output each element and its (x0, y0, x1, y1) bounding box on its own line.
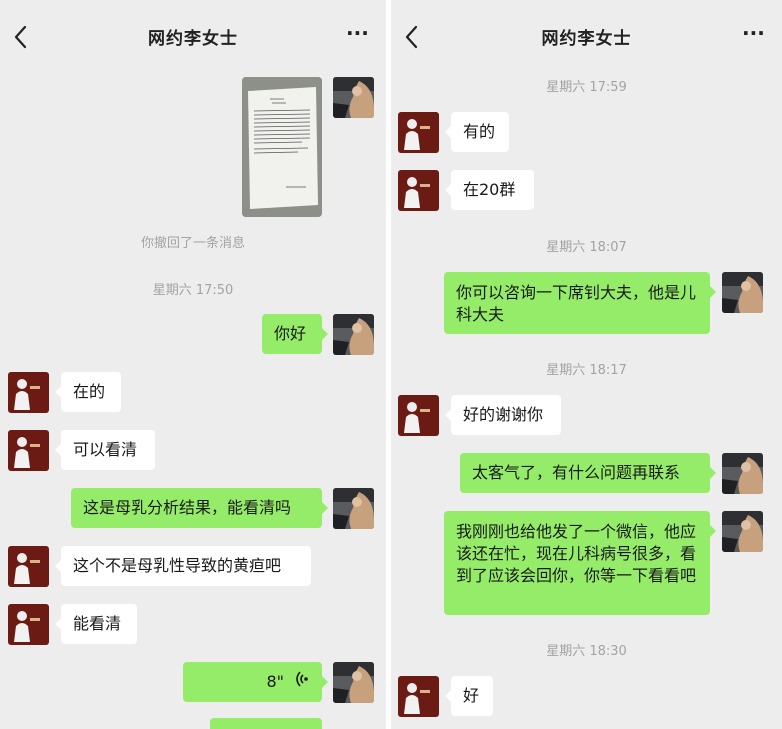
timestamp: 星期六 18:07 (546, 240, 627, 255)
message-out[interactable]: 你好 (262, 314, 328, 354)
message-out[interactable]: 我刚刚也给他发了一个微信，他应该还在忙，现在儿科病号很多，看到了应该会回你，你等… (444, 511, 716, 615)
avatar-contact[interactable] (398, 170, 439, 211)
avatar-contact[interactable] (8, 604, 49, 645)
timestamp: 星期六 18:17 (546, 363, 627, 378)
voice-duration: 8" (266, 672, 284, 691)
chat-title: 网约李女士 (148, 29, 238, 49)
avatar-contact[interactable] (8, 372, 49, 413)
more-dots-icon[interactable]: ··· (742, 23, 765, 43)
voice-wave-icon (294, 670, 310, 694)
avatar-contact[interactable] (398, 395, 439, 436)
message-in[interactable]: 有的 (445, 112, 509, 152)
avatar-self[interactable] (722, 511, 763, 552)
message-out[interactable]: 太客气了，有什么问题再联系 (460, 453, 716, 493)
image-message[interactable] (242, 77, 322, 217)
voice-message[interactable]: 8" (183, 662, 328, 702)
timestamp: 星期六 17:59 (546, 80, 627, 95)
avatar-self[interactable] (333, 77, 374, 118)
avatar-self[interactable] (333, 662, 374, 703)
avatar-self[interactable] (333, 488, 374, 529)
message-in[interactable]: 这个不是母乳性导致的黄疸吧 (55, 546, 311, 586)
message-in[interactable]: 好的谢谢你 (445, 395, 561, 435)
message-out[interactable]: 你可以咨询一下席钊大夫，他是儿科大夫 (444, 272, 716, 334)
chat-header: 网约李女士 ··· (0, 0, 386, 72)
timestamp: 星期六 17:50 (152, 283, 234, 298)
more-dots-icon[interactable]: ··· (346, 23, 369, 43)
chat-pane-left: 网约李女士 ··· 你撤回了一条消息 星期六 17:50 你好 在的 可以看清 … (0, 0, 386, 729)
message-in[interactable]: 能看清 (55, 604, 137, 644)
chat-header: 网约李女士 ··· (391, 0, 782, 72)
avatar-self[interactable] (333, 314, 374, 355)
chat-pane-right: 网约李女士 ··· 星期六 17:59 有的 在20群 星期六 18:07 你可… (391, 0, 782, 729)
avatar-contact[interactable] (8, 546, 49, 587)
chat-title: 网约李女士 (541, 29, 632, 49)
message-in[interactable]: 在的 (55, 372, 121, 412)
message-out-partial (210, 718, 322, 729)
message-in[interactable]: 好 (445, 676, 493, 716)
screenshot-collage: 网约李女士 ··· 你撤回了一条消息 星期六 17:50 你好 在的 可以看清 … (0, 0, 782, 729)
avatar-contact[interactable] (398, 112, 439, 153)
message-in[interactable]: 可以看清 (55, 430, 155, 470)
avatar-self[interactable] (722, 453, 763, 494)
avatar-self[interactable] (722, 272, 763, 313)
recall-notice: 你撤回了一条消息 (140, 236, 245, 251)
avatar-contact[interactable] (8, 430, 49, 471)
message-in[interactable]: 在20群 (445, 170, 534, 210)
timestamp: 星期六 18:30 (546, 644, 627, 659)
avatar-contact[interactable] (398, 676, 439, 717)
message-out[interactable]: 这是母乳分析结果，能看清吗 (71, 488, 328, 528)
